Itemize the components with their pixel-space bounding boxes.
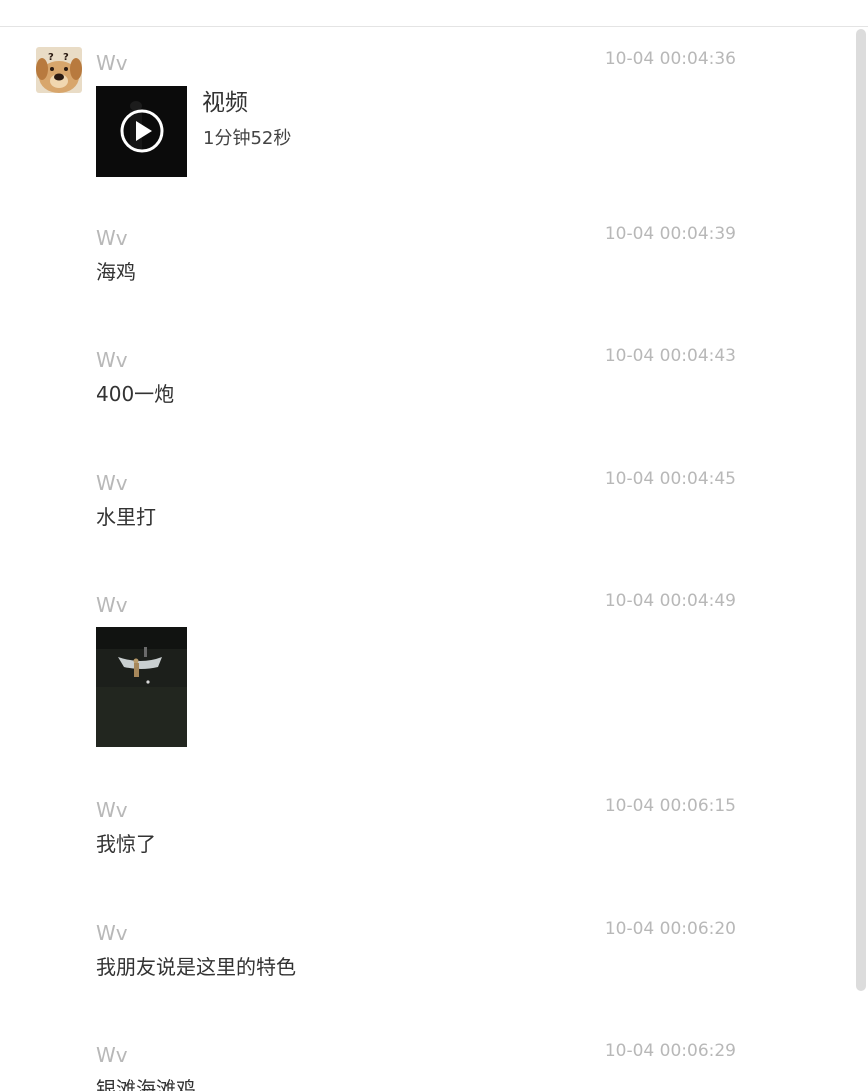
message-text: 银滩海滩鸡	[96, 1077, 196, 1091]
message-timestamp: 10-04 00:04:45	[604, 469, 736, 489]
sender-avatar[interactable]: ? ?	[36, 47, 82, 93]
chat-history-window: ? ? Wv 10-04 00:04:36 视频 1分钟52秒 Wv 10-04…	[0, 0, 868, 1091]
message-item: Wv 10-04 00:04:36 视频 1分钟52秒	[96, 49, 736, 180]
image-thumbnail[interactable]	[96, 627, 187, 747]
vertical-scrollbar[interactable]	[853, 27, 868, 1091]
video-card[interactable]: 视频 1分钟52秒	[96, 86, 396, 178]
message-timestamp: 10-04 00:04:36	[604, 49, 736, 69]
svg-text:?: ?	[48, 52, 54, 63]
cartoon-dog-avatar-icon: ? ?	[36, 47, 82, 93]
scrollbar-thumb[interactable]	[856, 29, 866, 991]
message-timestamp: 10-04 00:06:20	[604, 919, 736, 939]
play-icon	[96, 86, 187, 177]
message-item: Wv 10-04 00:04:39 海鸡	[96, 224, 736, 295]
message-item: Wv 10-04 00:06:20 我朋友说是这里的特色	[96, 919, 736, 990]
night-beach-photo	[96, 627, 187, 747]
sender-name: Wv	[96, 471, 128, 495]
message-timestamp: 10-04 00:04:43	[604, 346, 736, 366]
top-divider	[0, 26, 868, 27]
sender-name: Wv	[96, 798, 128, 822]
message-text: 我惊了	[96, 832, 156, 856]
message-timestamp: 10-04 00:04:39	[604, 224, 736, 244]
message-text: 我朋友说是这里的特色	[96, 955, 296, 979]
message-item: Wv 10-04 00:04:45 水里打	[96, 469, 736, 540]
message-text: 水里打	[96, 505, 156, 529]
sender-name: Wv	[96, 226, 128, 250]
video-duration: 1分钟52秒	[203, 128, 292, 149]
message-item: Wv 10-04 00:04:49	[96, 591, 736, 752]
sender-name: Wv	[96, 1043, 128, 1067]
message-timestamp: 10-04 00:06:15	[604, 796, 736, 816]
message-item: Wv 10-04 00:06:29 银滩海滩鸡	[96, 1042, 736, 1091]
video-thumbnail[interactable]	[96, 86, 187, 177]
sender-name: Wv	[96, 51, 128, 75]
message-timestamp: 10-04 00:06:29	[604, 1042, 736, 1061]
message-item: Wv 10-04 00:04:43 400一炮	[96, 346, 736, 417]
message-text: 海鸡	[96, 260, 136, 284]
sender-name: Wv	[96, 593, 128, 617]
message-text: 400一炮	[96, 382, 175, 406]
sender-name: Wv	[96, 921, 128, 945]
message-item: Wv 10-04 00:06:15 我惊了	[96, 796, 736, 867]
sender-name: Wv	[96, 348, 128, 372]
message-timestamp: 10-04 00:04:49	[604, 591, 736, 611]
svg-text:?: ?	[63, 52, 69, 63]
video-title: 视频	[202, 90, 248, 116]
